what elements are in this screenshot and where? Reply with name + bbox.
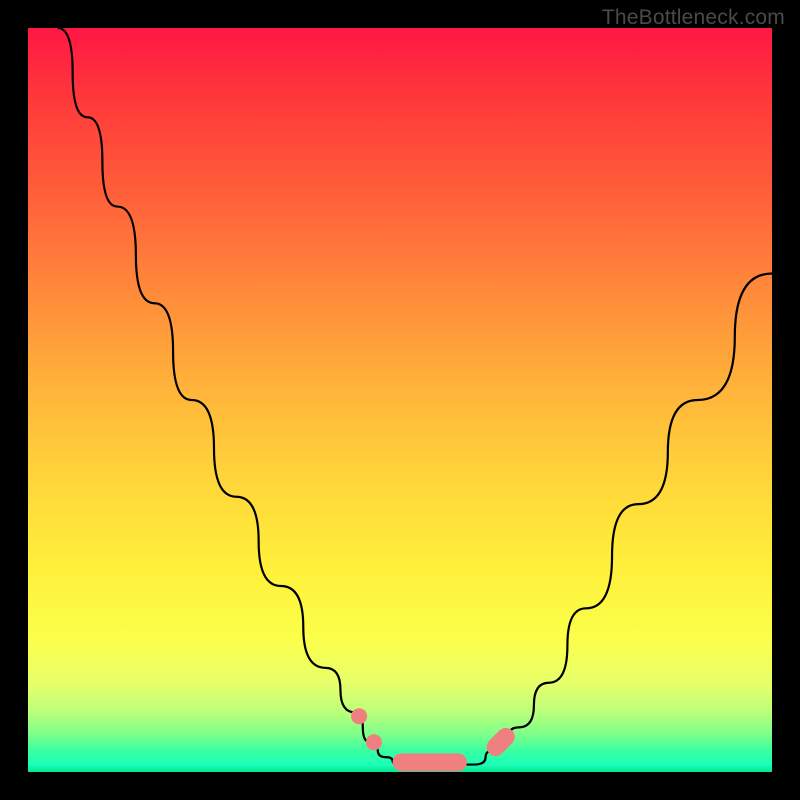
bottleneck-chart bbox=[28, 28, 772, 772]
marker-dot-left-1 bbox=[351, 708, 367, 724]
curve-right-branch bbox=[474, 274, 772, 765]
marker-dot-left-2 bbox=[366, 734, 382, 750]
chart-svg bbox=[28, 28, 772, 772]
curve-left-branch bbox=[58, 28, 400, 765]
marker-pill-bottom bbox=[393, 753, 467, 771]
watermark-text: TheBottleneck.com bbox=[602, 6, 785, 30]
